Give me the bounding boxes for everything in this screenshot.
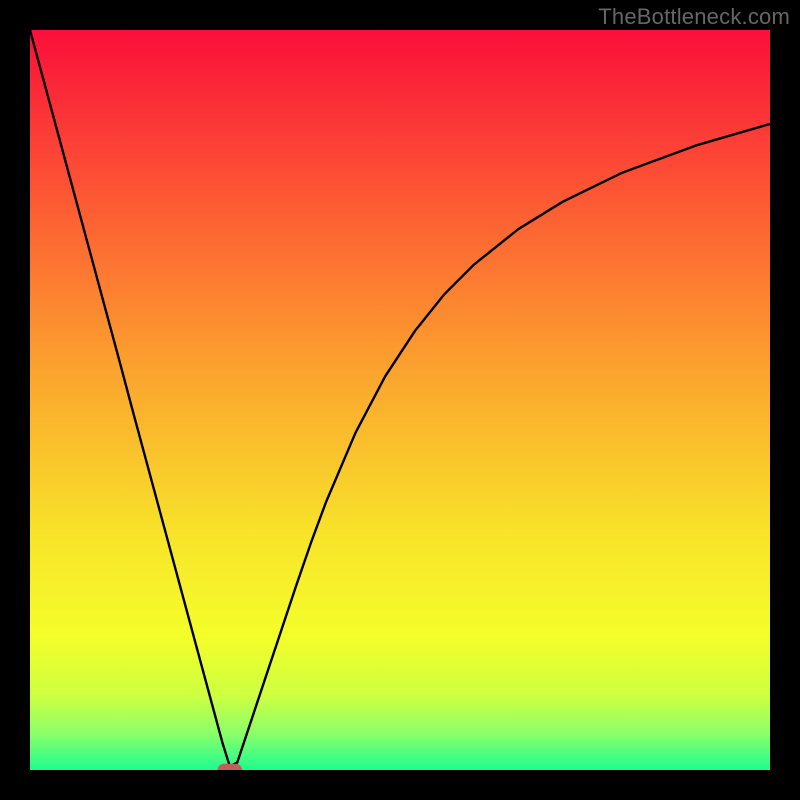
minimum-marker: [218, 764, 242, 770]
chart-svg: [30, 30, 770, 770]
chart-frame: TheBottleneck.com: [0, 0, 800, 800]
watermark: TheBottleneck.com: [598, 4, 790, 30]
plot-area: [30, 30, 770, 770]
gradient-background: [30, 30, 770, 770]
